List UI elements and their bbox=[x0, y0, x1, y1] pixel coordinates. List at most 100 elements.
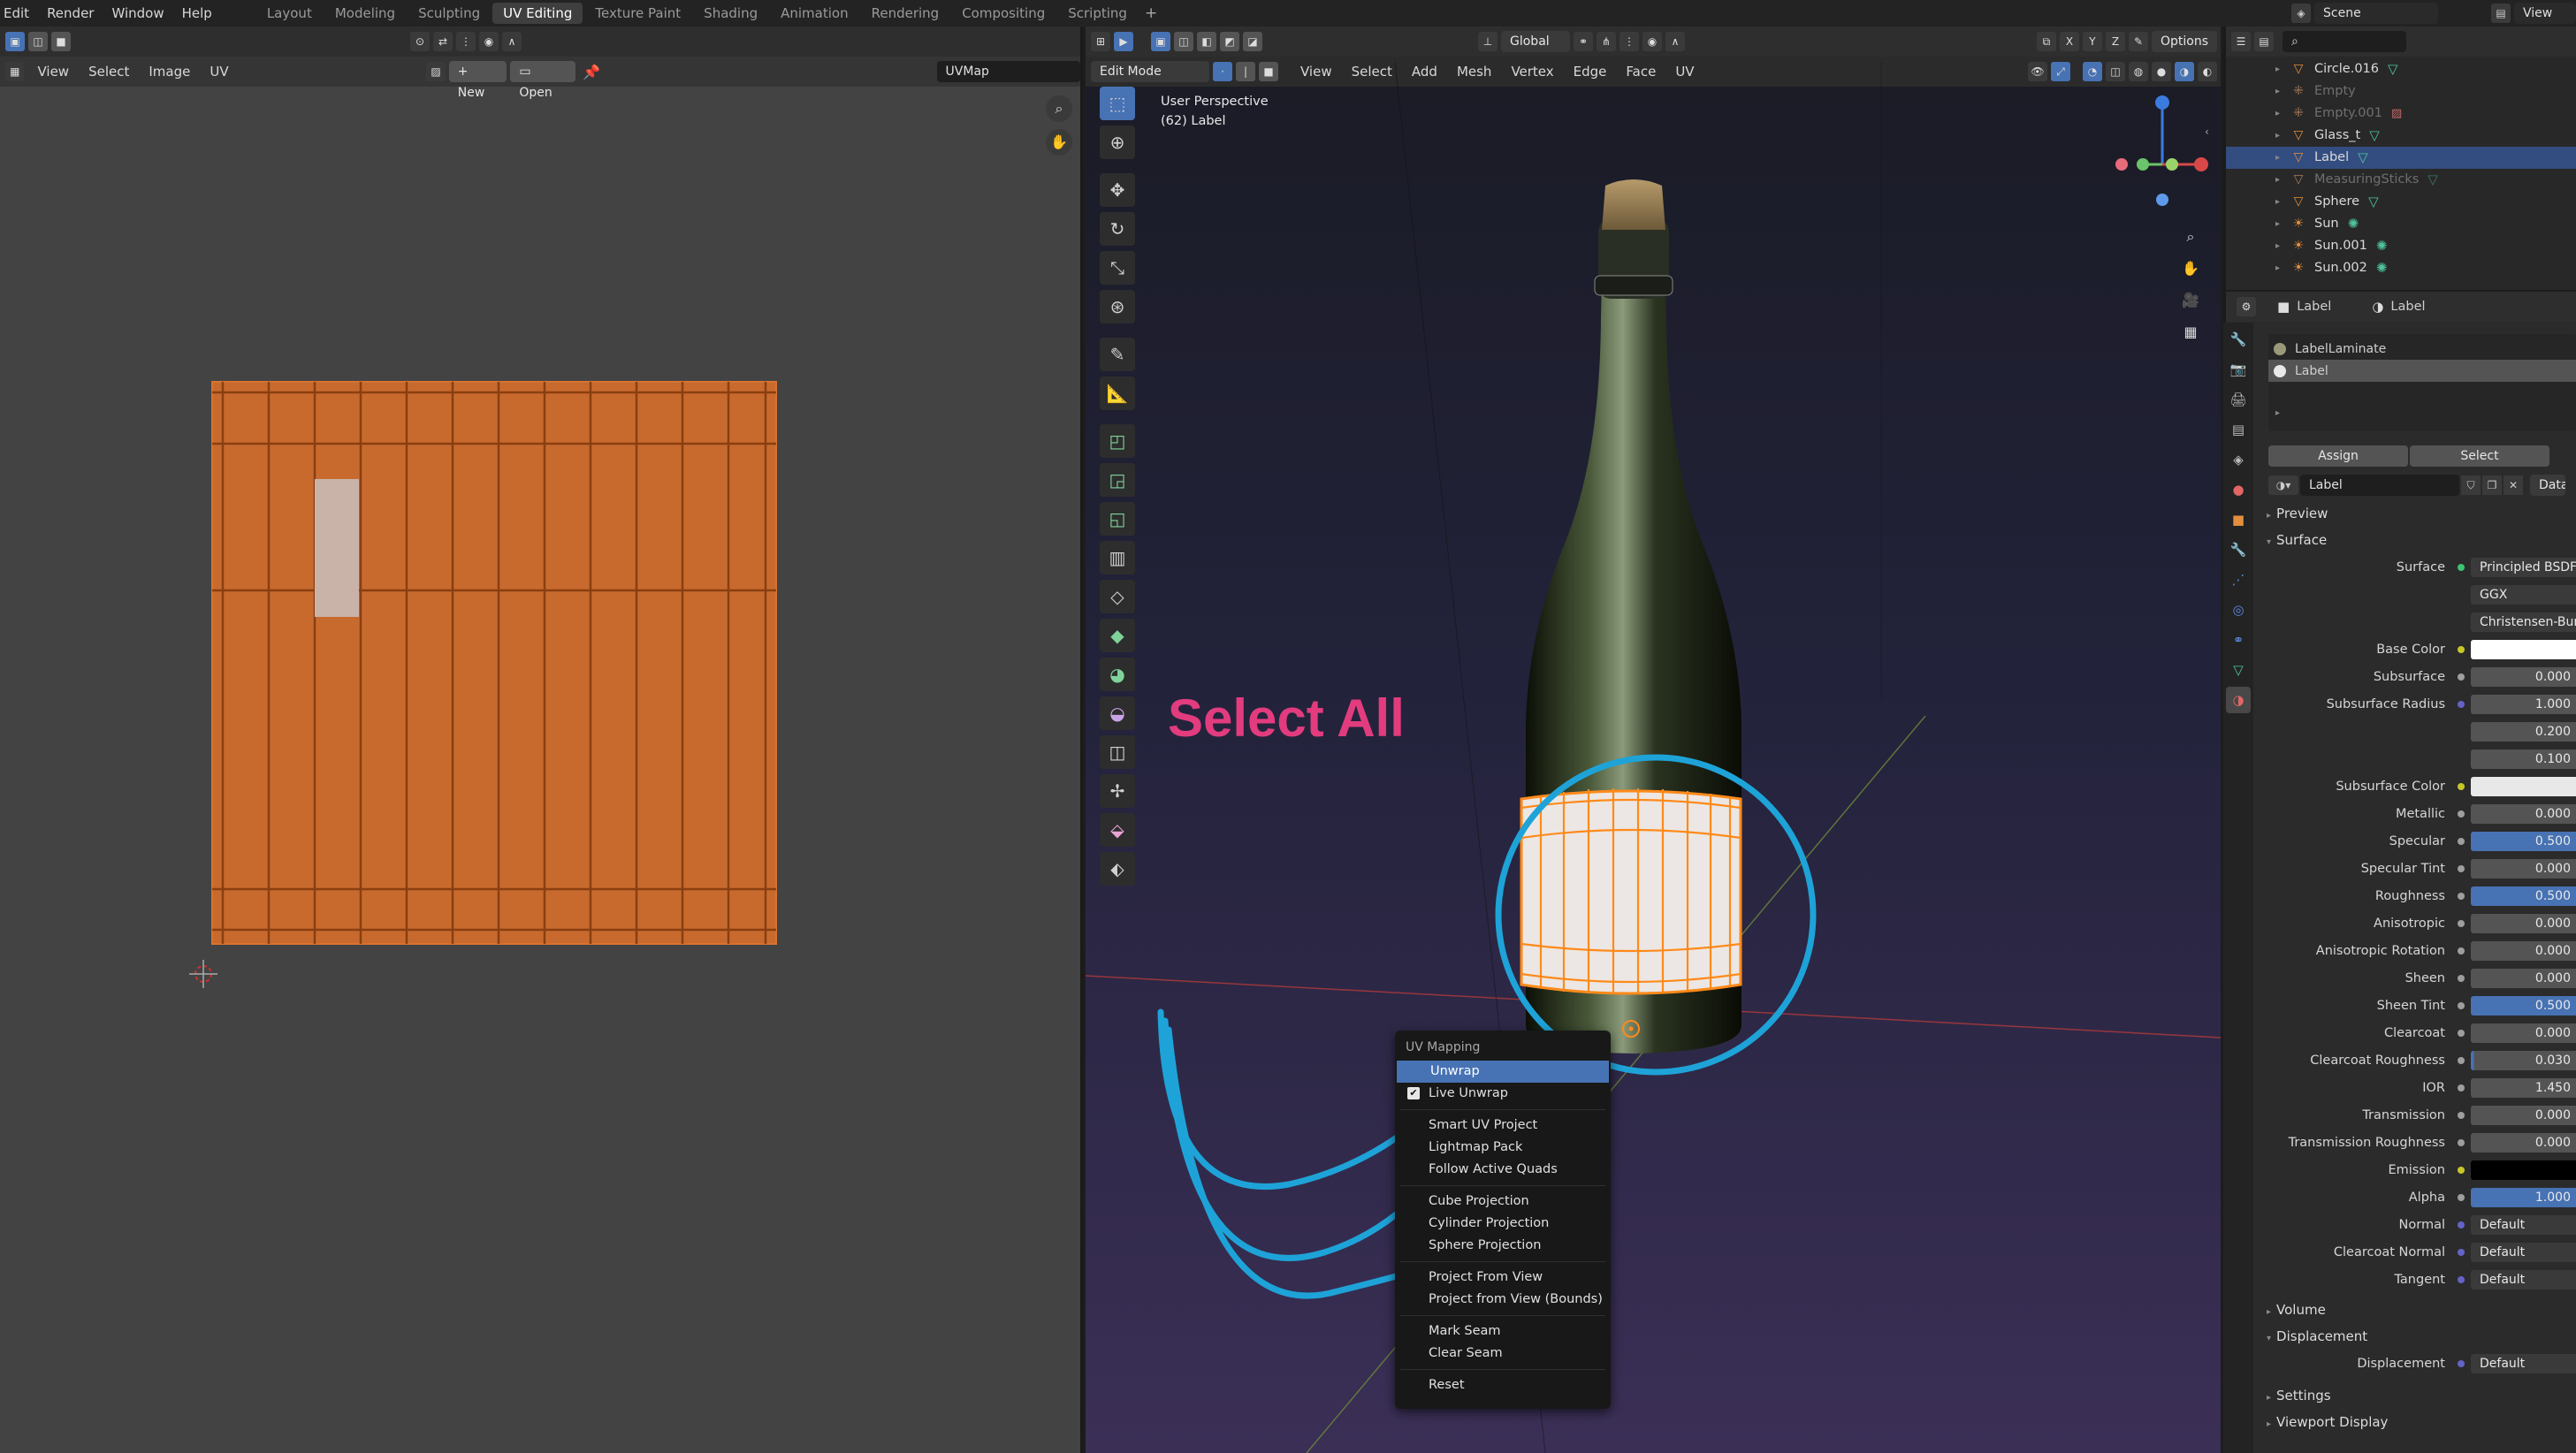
prop-value-field[interactable] bbox=[2471, 639, 2576, 659]
view-layer-tab-icon[interactable]: ▤ bbox=[2226, 416, 2251, 443]
prop-value-field[interactable]: 0.000 bbox=[2471, 1132, 2576, 1153]
material-field[interactable]: Label bbox=[2300, 475, 2459, 496]
outliner-display-icon[interactable]: ▤ bbox=[2254, 32, 2274, 51]
distribution-dropdown[interactable]: GGX bbox=[2471, 584, 2576, 605]
prop-value-field[interactable]: 0.000 bbox=[2471, 1105, 2576, 1125]
view-layer-field[interactable]: View Lay bbox=[2514, 3, 2576, 42]
sphere-projection-item[interactable]: Sphere Projection bbox=[1395, 1235, 1611, 1257]
open-image-button[interactable]: ▭ Open bbox=[510, 61, 576, 100]
outliner-item[interactable]: ▸ ☀ Sun.002 ✺ bbox=[2226, 257, 2576, 279]
uv-menu-select[interactable]: Select bbox=[79, 64, 139, 80]
prop-value-field[interactable]: 0.000 bbox=[2471, 940, 2576, 961]
smart-uv-project-item[interactable]: Smart UV Project bbox=[1395, 1114, 1611, 1137]
image-browse-icon[interactable]: ▨ bbox=[426, 62, 446, 81]
move-tool-icon[interactable]: ✥ bbox=[1100, 173, 1135, 207]
expand-icon[interactable]: ▸ bbox=[2275, 58, 2284, 80]
uv-proportional-icon[interactable]: ◉ bbox=[479, 32, 499, 51]
prop-value-field[interactable]: 0.000 bbox=[2471, 858, 2576, 879]
tab-rendering[interactable]: Rendering bbox=[861, 3, 950, 24]
prop-value-field[interactable]: Default bbox=[2471, 1214, 2576, 1235]
bevel-tool-icon[interactable]: ◱ bbox=[1100, 502, 1135, 536]
edge-slide-tool-icon[interactable]: ◫ bbox=[1100, 735, 1135, 769]
menu-window[interactable]: Window bbox=[103, 0, 172, 27]
tool-tab-icon[interactable]: 🔧 bbox=[2226, 326, 2251, 353]
outliner-item[interactable]: ▸ ▽ MeasuringSticks ▽ bbox=[2226, 169, 2576, 191]
menu-edit[interactable]: Edit bbox=[0, 0, 38, 27]
surface-panel-header[interactable]: ▾ Surface bbox=[2254, 527, 2576, 553]
volume-panel-header[interactable]: ▸ Volume bbox=[2254, 1297, 2576, 1323]
outliner-item[interactable]: ▸ ▽ Circle.016 ▽ bbox=[2226, 58, 2576, 80]
modifier-tab-icon[interactable]: 🔧 bbox=[2226, 536, 2251, 563]
rip-tool-icon[interactable]: ⬖ bbox=[1100, 852, 1135, 886]
object-tab-icon[interactable]: ■ bbox=[2226, 506, 2251, 533]
tab-compositing[interactable]: Compositing bbox=[951, 3, 1056, 24]
link-dropdown[interactable]: Data bbox=[2530, 475, 2565, 496]
expand-icon[interactable]: ▸ bbox=[2275, 103, 2284, 125]
prop-value-field[interactable]: 1.000 bbox=[2471, 694, 2576, 714]
tab-scripting[interactable]: Scripting bbox=[1057, 3, 1138, 24]
physics-tab-icon[interactable]: ◎ bbox=[2226, 597, 2251, 623]
surface-shader-dropdown[interactable]: Principled BSDF bbox=[2471, 557, 2576, 577]
vp-pan-icon[interactable]: ✋ bbox=[2178, 256, 2203, 281]
uv-menu-uv[interactable]: UV bbox=[200, 64, 238, 80]
uv-island[interactable] bbox=[210, 380, 780, 974]
extrude-tool-icon[interactable]: ◰ bbox=[1100, 424, 1135, 458]
tab-texture-paint[interactable]: Texture Paint bbox=[584, 3, 691, 24]
pin-icon[interactable]: 📌 bbox=[583, 64, 600, 80]
clear-seam-item[interactable]: Clear Seam bbox=[1395, 1343, 1611, 1365]
uv-pan-icon[interactable]: ✋ bbox=[1046, 129, 1072, 156]
settings-panel-header[interactable]: ▸ Settings bbox=[2254, 1382, 2576, 1409]
prop-value-field[interactable] bbox=[2471, 1160, 2576, 1180]
cylinder-projection-item[interactable]: Cylinder Projection bbox=[1395, 1213, 1611, 1235]
expand-icon[interactable]: ▸ bbox=[2275, 80, 2284, 103]
scene-name-field[interactable]: Scene bbox=[2314, 3, 2438, 24]
3d-viewport[interactable]: ⊞ ▶ ▣ ◫ ◧ ◩ ◪ ⊥ Global ⚭ ⋔ ⋮ ◉ ∧ ⧉ X Y Z… bbox=[1086, 27, 2221, 1453]
expand-icon[interactable]: ▸ bbox=[2275, 235, 2284, 257]
lightmap-pack-item[interactable]: Lightmap Pack bbox=[1395, 1137, 1611, 1159]
uv-select-edge-icon[interactable]: ◫ bbox=[28, 32, 48, 51]
uv-editor-type-icon[interactable]: ▦ bbox=[5, 62, 25, 81]
prop-value-field[interactable]: 1.450 bbox=[2471, 1077, 2576, 1098]
material-slot[interactable]: Label bbox=[2268, 360, 2576, 382]
properties-type-icon[interactable]: ⚙ bbox=[2237, 297, 2256, 316]
unwrap-item[interactable]: Unwrap bbox=[1397, 1061, 1609, 1083]
outliner-item[interactable]: ▸ ☀ Sun.001 ✺ bbox=[2226, 235, 2576, 257]
prop-value-field[interactable]: 0.000 bbox=[2471, 666, 2576, 687]
outliner-item[interactable]: ▸ ☀ Sun ✺ bbox=[2226, 213, 2576, 235]
prop-value-field[interactable]: 0.100 bbox=[2471, 749, 2576, 769]
material-slot[interactable]: LabelLaminate bbox=[2268, 338, 2576, 360]
expand-icon[interactable]: ▸ bbox=[2275, 169, 2284, 191]
outliner-item[interactable]: ▸ ⁜ Empty.001 ▨ bbox=[2226, 103, 2576, 125]
uv-pivot-icon[interactable]: ⊙ bbox=[410, 32, 430, 51]
tab-modeling[interactable]: Modeling bbox=[324, 3, 406, 24]
uv-editor[interactable]: ▣ ◫ ■ ⊙ ⇄ ⋮ ◉ ∧ ▦ View Select Image UV ▨… bbox=[0, 27, 1083, 1453]
reset-item[interactable]: Reset bbox=[1395, 1374, 1611, 1396]
uv-snap-icon[interactable]: ⋮ bbox=[456, 32, 476, 51]
loop-cut-tool-icon[interactable]: ▥ bbox=[1100, 541, 1135, 574]
shrink-tool-icon[interactable]: ✢ bbox=[1100, 774, 1135, 808]
uv-select-vertex-icon[interactable]: ▣ bbox=[5, 32, 25, 51]
expand-slot-icon[interactable]: ▸ bbox=[2268, 382, 2576, 418]
annotate-tool-icon[interactable]: ✎ bbox=[1100, 338, 1135, 371]
uv-zoom-icon[interactable]: ⌕ bbox=[1046, 95, 1072, 122]
particles-tab-icon[interactable]: ⋰ bbox=[2226, 567, 2251, 593]
select-button[interactable]: Select bbox=[2410, 445, 2549, 467]
prop-value-field[interactable]: 1.000 bbox=[2471, 1187, 2576, 1207]
outliner-search[interactable]: ⌕ bbox=[2283, 31, 2406, 52]
live-unwrap-checkbox[interactable]: Live Unwrap bbox=[1395, 1083, 1611, 1105]
viewport-display-panel-header[interactable]: ▸ Viewport Display bbox=[2254, 1409, 2576, 1435]
prop-value-field[interactable]: 0.000 bbox=[2471, 1023, 2576, 1043]
expand-icon[interactable]: ▸ bbox=[2275, 191, 2284, 213]
menu-render[interactable]: Render bbox=[38, 0, 103, 27]
outliner-item[interactable]: ▸ ▽ Label ▽ bbox=[2226, 147, 2576, 169]
expand-icon[interactable]: ▸ bbox=[2275, 147, 2284, 169]
prop-value-field[interactable]: Default bbox=[2471, 1269, 2576, 1289]
constraints-tab-icon[interactable]: ⚭ bbox=[2226, 627, 2251, 653]
tab-shading[interactable]: Shading bbox=[693, 3, 768, 24]
prop-value-field[interactable]: 0.030 bbox=[2471, 1050, 2576, 1070]
scene-tab-icon[interactable]: ◈ bbox=[2226, 446, 2251, 473]
uvmap-field[interactable]: UVMap bbox=[936, 61, 1080, 82]
vp-camera-icon[interactable]: 🎥 bbox=[2178, 288, 2203, 313]
prop-value-field[interactable]: 0.500 bbox=[2471, 886, 2576, 906]
outliner-item[interactable]: ▸ ⁜ Empty bbox=[2226, 80, 2576, 103]
